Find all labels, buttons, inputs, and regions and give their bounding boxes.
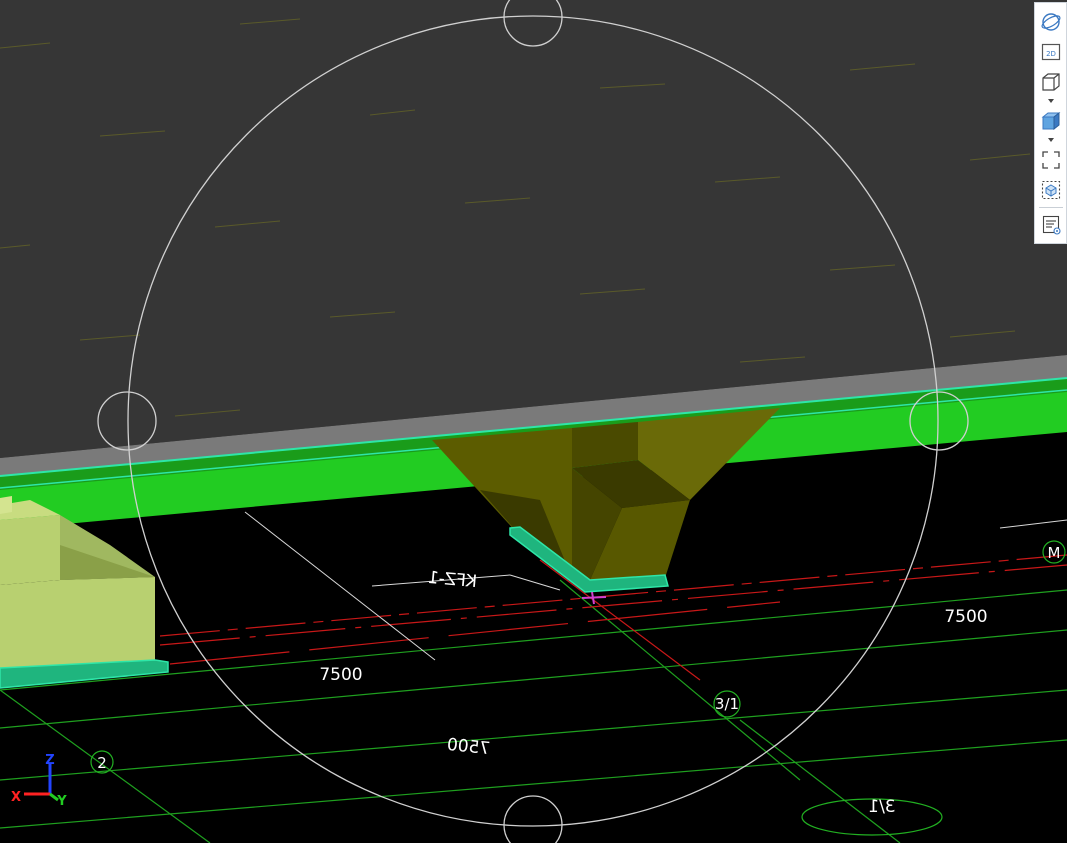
zoom-extents-button[interactable] [1038, 147, 1064, 173]
view-2d-icon: 2D [1041, 43, 1060, 61]
toolbar-separator [1038, 207, 1063, 208]
view-2d-button[interactable]: 2D [1038, 39, 1064, 65]
chevron-down-icon [1047, 137, 1054, 142]
orbit-button[interactable] [1038, 9, 1064, 35]
chevron-down-icon [1047, 98, 1054, 103]
dimension-label-left: 7500 [319, 665, 362, 685]
svg-text:2: 2 [97, 754, 107, 772]
properties-button[interactable] [1038, 212, 1064, 238]
shaded-cube-icon [1041, 111, 1060, 131]
shaded-view-button[interactable] [1038, 108, 1064, 134]
selection-box-icon [1041, 180, 1060, 200]
orbit-icon [1041, 13, 1060, 31]
properties-icon [1042, 215, 1061, 235]
dimension-label-right: 7500 [944, 607, 987, 627]
x-axis-label: X [11, 790, 21, 805]
view-3d-box-icon [1041, 73, 1060, 91]
view-2d-label: 2D [1046, 50, 1056, 58]
selection-box-button[interactable] [1038, 177, 1064, 203]
svg-text:3/1: 3/1 [868, 797, 895, 817]
view-3d-dropdown[interactable] [1038, 95, 1064, 106]
svg-text:3/1: 3/1 [715, 695, 739, 713]
svg-text:M: M [1048, 544, 1061, 562]
shaded-view-dropdown[interactable] [1038, 134, 1064, 145]
beam-label: KFZ-1 [427, 568, 478, 592]
zoom-extents-icon [1041, 151, 1060, 169]
z-axis-label: Z [45, 753, 54, 768]
view-3d-button[interactable] [1038, 69, 1064, 95]
view-toolbar: 2D [1034, 2, 1067, 244]
3d-viewport[interactable]: 7500 7500 7500 KFZ-1 2 3/1 M 3/1 Z X Y [0, 0, 1067, 843]
y-axis-label: Y [56, 794, 67, 809]
